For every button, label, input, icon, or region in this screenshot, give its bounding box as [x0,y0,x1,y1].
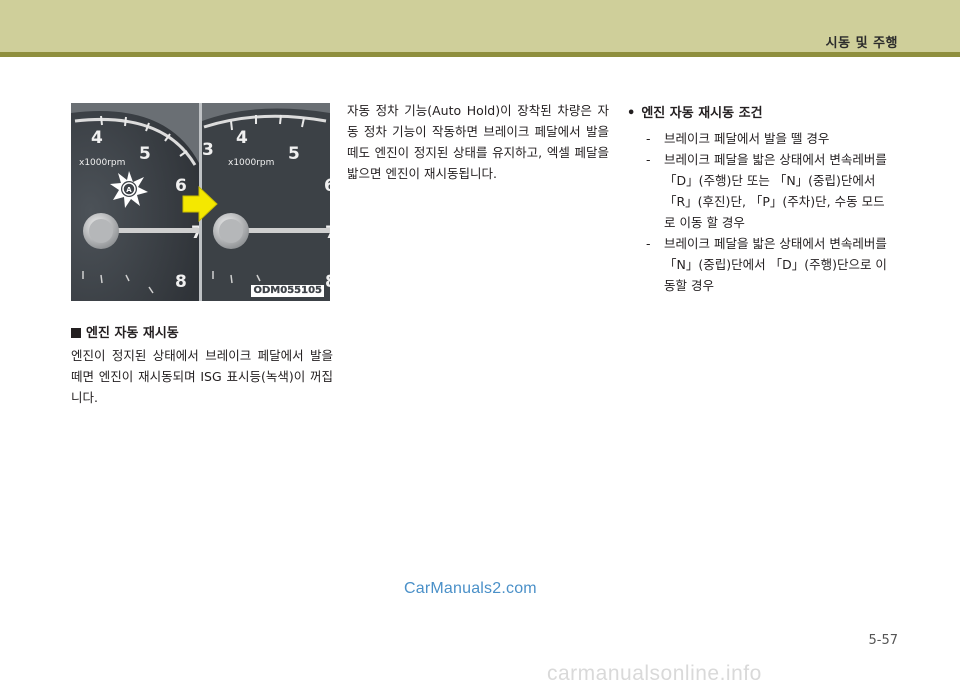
tachometer-illustration: 4 5 6 7 8 x1000rpm A [71,103,330,301]
list-item-text: 브레이크 페달을 밟은 상태에서 변속레버를 「N」(중립)단에서 「D」(주행… [664,236,887,293]
right-rpm-unit: x1000rpm [228,158,274,168]
right-digit-4: 4 [236,128,248,148]
section-title: 시동 및 주행 [825,36,898,51]
paragraph-auto-hold: 자동 정차 기능(Auto Hold)이 장착된 차량은 자동 정차 기능이 작… [347,103,609,181]
list-item: - 브레이크 페달에서 발을 뗄 경우 [646,128,888,149]
left-digit-6: 6 [175,176,187,196]
dash-icon: - [646,236,651,251]
paragraph-auto-restart: 엔진이 정지된 상태에서 브레이크 페달에서 발을 떼면 엔진이 재시동되며 I… [71,348,333,405]
subheading-auto-restart: 엔진 자동 재시동 [71,322,179,341]
subheading-text: 엔진 자동 재시동 [86,326,179,341]
square-bullet-icon [71,328,81,338]
left-digit-5: 5 [139,144,151,164]
figure-code: ODM055105 [251,285,324,297]
left-digit-4: 4 [91,128,103,148]
footer-watermark: carmanualsonline.info [547,662,762,685]
instrument-cluster-figure: 4 5 6 7 8 x1000rpm A [71,103,330,301]
left-digit-8: 8 [175,272,187,292]
dash-icon: - [646,131,651,146]
watermark-link[interactable]: CarManuals2.com [404,580,537,598]
dash-icon: - [646,152,651,167]
right-dial-background [202,103,330,301]
right-digit-3: 3 [202,140,214,160]
page-number: 5-57 [868,633,898,648]
conditions-heading: • 엔진 자동 재시동 조건 [627,102,763,121]
left-rpm-unit: x1000rpm [79,158,125,168]
list-item-text: 브레이크 페달을 밟은 상태에서 변속레버를 「D」(주행)단 또는 「N」(중… [664,152,887,230]
list-item-text: 브레이크 페달에서 발을 뗄 경우 [664,131,830,146]
conditions-list: - 브레이크 페달에서 발을 뗄 경우 - 브레이크 페달을 밟은 상태에서 변속레… [646,128,888,296]
bullet-icon: • [627,106,636,121]
right-digit-8: 8 [325,272,330,292]
svg-text:A: A [126,186,132,194]
header-band [0,0,960,52]
right-digit-6: 6 [324,176,330,196]
right-digit-5: 5 [288,144,300,164]
conditions-heading-text: 엔진 자동 재시동 조건 [641,106,763,121]
header-rule [0,52,960,57]
list-item: - 브레이크 페달을 밟은 상태에서 변속레버를 「N」(중립)단에서 「D」(주… [646,233,888,296]
list-item: - 브레이크 페달을 밟은 상태에서 변속레버를 「D」(주행)단 또는 「N」(… [646,149,888,233]
